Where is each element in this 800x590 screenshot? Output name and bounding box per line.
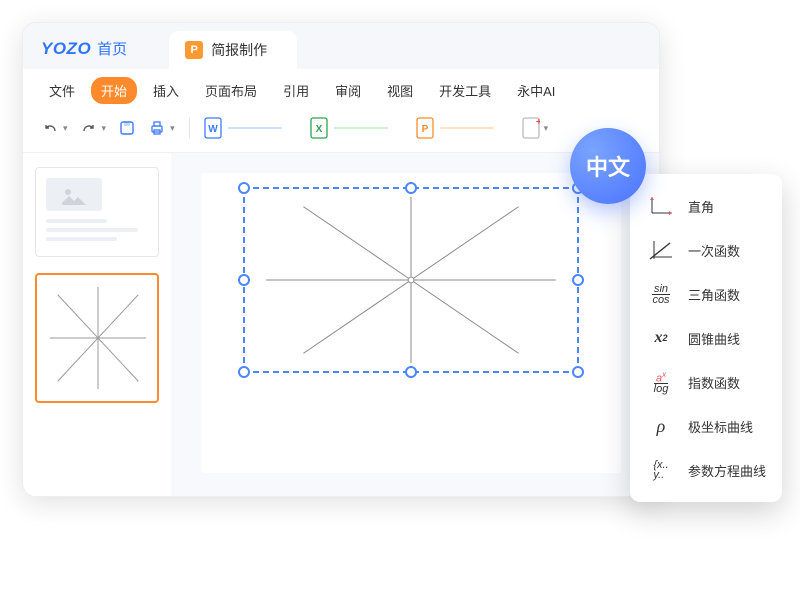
text-lines-placeholder <box>46 219 148 246</box>
chevron-down-icon: ▾ <box>102 123 107 134</box>
chevron-down-icon: ▾ <box>544 123 549 134</box>
language-badge[interactable]: 中文 <box>570 128 646 204</box>
polar-icon: ρ <box>646 414 676 438</box>
image-placeholder-icon <box>46 178 102 211</box>
menu-polar-curve[interactable]: ρ 极坐标曲线 <box>630 404 782 448</box>
slide-thumb-1[interactable] <box>35 167 159 257</box>
axes-preview-icon <box>43 281 153 395</box>
slide-canvas[interactable] <box>201 173 621 473</box>
print-button[interactable]: ▾ <box>144 116 179 140</box>
selection-box[interactable] <box>243 187 579 373</box>
exponential-icon: axlog <box>646 370 676 394</box>
menu-view[interactable]: 视图 <box>377 77 423 104</box>
workspace <box>23 153 659 497</box>
menu-item-label: 直角 <box>688 197 714 216</box>
excel-doc-button[interactable]: X <box>306 114 392 142</box>
app-window: YOZO 首页 P 简报制作 文件 开始 插入 页面布局 引用 审阅 视图 开发… <box>22 22 660 497</box>
menu-conic-curve[interactable]: x2 圆锥曲线 <box>630 316 782 360</box>
menu-item-label: 极坐标曲线 <box>688 417 753 436</box>
parametric-icon: {x..y.. <box>646 458 676 482</box>
axes-shape[interactable] <box>245 189 577 371</box>
resize-handle-br[interactable] <box>572 366 584 378</box>
presentation-icon: P <box>185 41 203 59</box>
resize-handle-bm[interactable] <box>405 366 417 378</box>
chevron-down-icon: ▾ <box>63 123 68 134</box>
home-link[interactable]: 首页 <box>97 38 127 59</box>
separator <box>189 118 190 138</box>
menu-trig-function[interactable]: sincos 三角函数 <box>630 272 782 316</box>
menu-parametric-curve[interactable]: {x..y.. 参数方程曲线 <box>630 448 782 492</box>
save-button[interactable] <box>114 116 140 140</box>
menu-ai[interactable]: 永中AI <box>507 77 565 104</box>
menu-item-label: 圆锥曲线 <box>688 329 740 348</box>
ppt-doc-button[interactable]: P <box>412 114 498 142</box>
svg-text:+: + <box>536 117 540 128</box>
menu-layout[interactable]: 页面布局 <box>195 77 267 104</box>
slide-thumb-2[interactable] <box>35 273 159 403</box>
new-doc-button[interactable]: + ▾ <box>518 114 553 142</box>
menu-devtools[interactable]: 开发工具 <box>429 77 501 104</box>
language-badge-label: 中文 <box>586 150 630 182</box>
svg-text:X: X <box>315 124 322 135</box>
menu-reference[interactable]: 引用 <box>273 77 319 104</box>
slide-panel <box>23 153 171 497</box>
right-angle-icon <box>646 194 676 218</box>
underline <box>440 127 494 129</box>
chevron-down-icon: ▾ <box>170 123 175 134</box>
canvas-area[interactable] <box>171 153 659 497</box>
resize-handle-bl[interactable] <box>238 366 250 378</box>
menu-item-label: 指数函数 <box>688 373 740 392</box>
underline <box>228 127 282 129</box>
svg-text:P: P <box>421 124 428 135</box>
menu-item-label: 参数方程曲线 <box>688 461 766 480</box>
resize-handle-ml[interactable] <box>238 274 250 286</box>
menu-exponential-function[interactable]: axlog 指数函数 <box>630 360 782 404</box>
title-bar: YOZO 首页 P 简报制作 <box>23 23 659 69</box>
resize-handle-mr[interactable] <box>572 274 584 286</box>
document-tab[interactable]: P 简报制作 <box>169 31 297 69</box>
menu-linear-function[interactable]: 一次函数 <box>630 228 782 272</box>
brand-logo: YOZO <box>41 39 91 59</box>
menu-review[interactable]: 审阅 <box>325 77 371 104</box>
word-doc-button[interactable]: W <box>200 114 286 142</box>
undo-button[interactable]: ▾ <box>37 116 72 140</box>
menu-bar: 文件 开始 插入 页面布局 引用 审阅 视图 开发工具 永中AI <box>23 69 659 108</box>
conic-icon: x2 <box>646 326 676 350</box>
linear-function-icon <box>646 238 676 262</box>
trig-icon: sincos <box>646 282 676 306</box>
menu-item-label: 一次函数 <box>688 241 740 260</box>
svg-text:W: W <box>208 124 218 135</box>
menu-start[interactable]: 开始 <box>91 77 137 104</box>
menu-insert[interactable]: 插入 <box>143 77 189 104</box>
menu-right-angle[interactable]: 直角 <box>630 184 782 228</box>
document-tab-label: 简报制作 <box>211 40 267 60</box>
underline <box>334 127 388 129</box>
resize-handle-tm[interactable] <box>405 182 417 194</box>
function-menu-panel: 直角 一次函数 sincos 三角函数 x2 圆锥曲线 axlog 指数函数 ρ… <box>630 174 782 502</box>
resize-handle-tl[interactable] <box>238 182 250 194</box>
menu-item-label: 三角函数 <box>688 285 740 304</box>
toolbar: ▾ ▾ ▾ W X P + ▾ <box>23 108 659 153</box>
redo-button[interactable]: ▾ <box>76 116 111 140</box>
menu-file[interactable]: 文件 <box>39 77 85 104</box>
